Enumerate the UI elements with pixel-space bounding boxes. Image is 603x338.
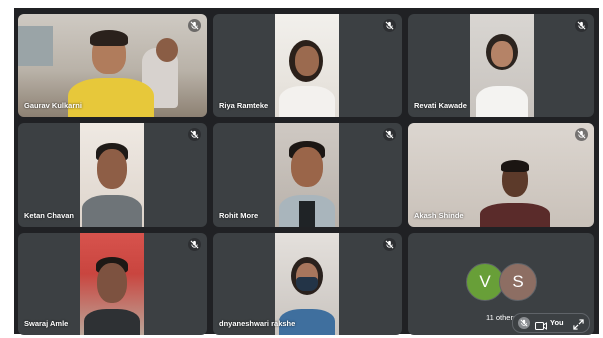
mic-off-icon (383, 19, 396, 32)
participant-name: Gaurav Kulkarni (24, 101, 82, 110)
participant-name: dnyaneshwari rakshe (219, 319, 296, 328)
participant-tile-swaraj-amle[interactable]: Swaraj Amle (18, 233, 207, 335)
expand-icon[interactable] (573, 317, 584, 335)
participant-name: Ketan Chavan (24, 211, 75, 220)
participant-video (80, 123, 144, 227)
others-tile[interactable]: V S 11 others You (408, 233, 594, 335)
participant-video (470, 14, 534, 117)
self-view-pill[interactable]: You (512, 313, 590, 333)
participant-tile-riya-ramteke[interactable]: Riya Ramteke (213, 14, 402, 117)
mic-off-icon (575, 128, 588, 141)
participant-video (275, 14, 339, 117)
participant-tile-rohit-more[interactable]: Rohit More (213, 123, 402, 227)
avatar: S (499, 263, 537, 301)
mic-off-icon (188, 128, 201, 141)
camera-icon (535, 318, 547, 335)
participant-tile-dnyaneshwari-rakshe[interactable]: dnyaneshwari rakshe (213, 233, 402, 335)
participant-name: Rohit More (219, 211, 259, 220)
participant-tile-gaurav-kulkarni[interactable]: Gaurav Kulkarni (18, 14, 207, 117)
mic-off-icon (383, 238, 396, 251)
participant-name: Revati Kawade (414, 101, 467, 110)
participant-tile-ketan-chavan[interactable]: Ketan Chavan (18, 123, 207, 227)
mic-off-icon (575, 19, 588, 32)
participant-tile-akash-shinde[interactable]: Akash Shinde (408, 123, 594, 227)
mic-off-icon (518, 317, 530, 329)
participant-video (80, 233, 144, 335)
mic-off-icon (188, 19, 201, 32)
self-view-label: You (550, 318, 564, 327)
mic-off-icon (383, 128, 396, 141)
mic-off-icon (188, 238, 201, 251)
participant-name: Swaraj Amle (24, 319, 69, 328)
participant-name: Akash Shinde (414, 211, 464, 220)
meeting-grid: Gaurav Kulkarni Riya Ramteke Revati Kawa… (14, 8, 599, 335)
participant-tile-revati-kawade[interactable]: Revati Kawade (408, 14, 594, 117)
participant-name: Riya Ramteke (219, 101, 269, 110)
participant-video (275, 123, 339, 227)
